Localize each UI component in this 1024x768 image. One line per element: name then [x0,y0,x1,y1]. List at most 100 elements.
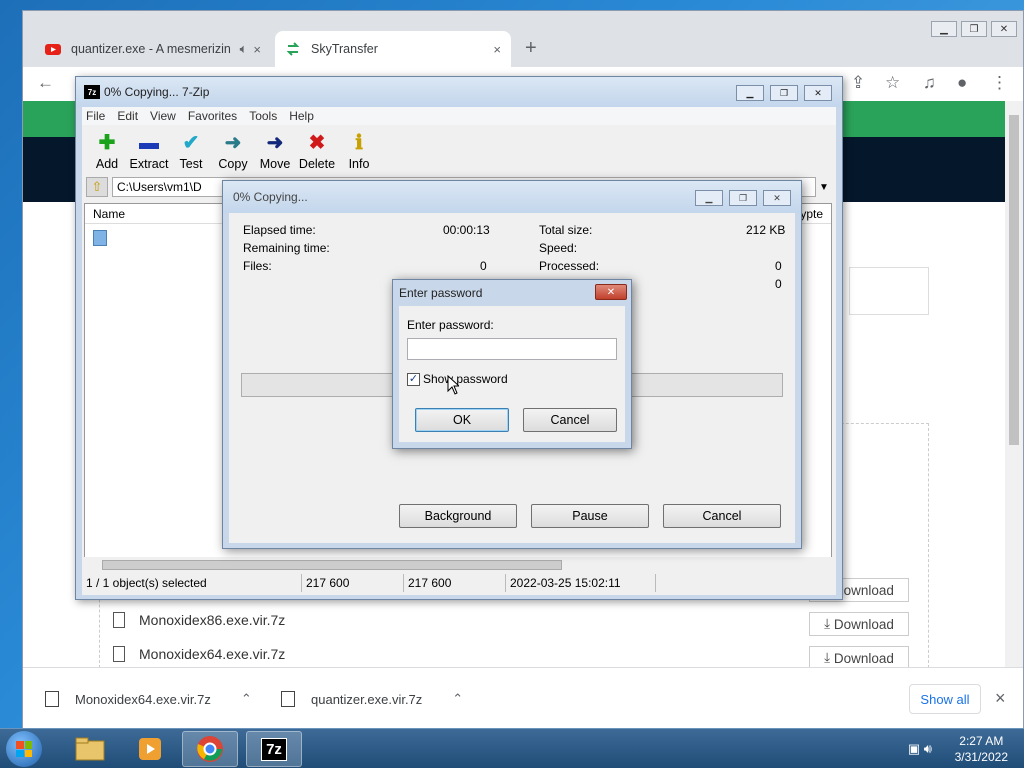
download-icon: ⤓ [824,616,834,631]
close-icon[interactable]: ✕ [595,284,627,300]
window-title: 0% Copying... 7-Zip [104,85,210,99]
total-size-value: 212 KB [746,223,786,237]
test-button[interactable]: ✔ Test [170,131,212,171]
tab-close-icon[interactable]: × [253,42,261,57]
delete-icon: ✖ [308,132,326,154]
close-icon[interactable]: ✕ [804,85,832,101]
copy-button[interactable]: ➜ Copy [212,131,254,171]
file-icon [113,646,125,662]
add-label: Add [95,157,119,171]
move-button[interactable]: ➜ Move [254,131,296,171]
shelf-item-name: quantizer.exe.vir.7z [311,691,423,707]
media-player-icon [139,738,161,760]
menu-view[interactable]: View [150,109,176,123]
folder-up-icon[interactable]: ⇧ [86,177,108,197]
list-item: Monoxidex64.exe.vir.7z [113,641,285,667]
folder-icon [75,737,105,761]
close-icon[interactable]: ✕ [991,21,1017,37]
menu-file[interactable]: File [86,109,105,123]
extract-button[interactable]: ▬ Extract [128,131,170,171]
password-dialog: Enter password ✕ Enter password: ✓ Show … [392,279,632,449]
shelf-item[interactable]: Monoxidex64.exe.vir.7z ⌃ [45,684,252,714]
maximize-icon[interactable]: ❐ [961,21,987,37]
sevenzip-logo-icon: 7z [261,737,287,761]
status-bar: 1 / 1 object(s) selected 217 600 217 600… [82,573,836,593]
page-scrollbar[interactable] [1005,101,1023,667]
shelf-item[interactable]: quantizer.exe.vir.7z ⌃ [281,684,463,714]
maximize-icon[interactable]: ❐ [770,85,798,101]
back-icon[interactable]: ← [37,73,54,93]
taskbar-7zip[interactable]: 7z [246,731,302,767]
close-icon[interactable]: ✕ [763,190,791,206]
clock-date: 3/31/2022 [954,750,1008,764]
chevron-down-icon[interactable]: ▼ [816,182,832,193]
password-input[interactable] [407,338,617,360]
column-name[interactable]: Name [85,207,225,221]
youtube-icon [45,44,61,55]
audio-icon[interactable]: 🔈︎ [240,41,248,57]
show-all-button[interactable]: Show all [909,684,981,714]
info-icon: ℹ [355,132,363,154]
minimize-icon[interactable]: ▁ [931,21,957,37]
archive-icon [281,691,295,707]
minimize-icon[interactable]: ▁ [695,190,723,206]
dialog-titlebar[interactable]: Enter password ✕ [393,280,631,306]
minimize-icon[interactable]: ▁ [736,85,764,101]
ok-button[interactable]: OK [415,408,509,432]
file-name: Monoxidex64.exe.vir.7z [139,646,286,662]
chevron-up-icon[interactable]: ⌃ [241,691,252,707]
menu-tools[interactable]: Tools [249,109,277,123]
sevenzip-toolbar: ✚ Add ▬ Extract ✔ Test ➜ Copy ➜ Move ✖ Delete … [86,131,380,171]
copy-label: Copy [218,157,248,171]
tab-skytransfer[interactable]: SkyTransfer × [275,31,511,67]
menu-edit[interactable]: Edit [117,109,138,123]
cancel-button[interactable]: Cancel [663,504,781,528]
star-icon[interactable]: ☆ [885,73,900,93]
media-icon[interactable]: ♫ [923,73,936,93]
taskbar-chrome[interactable] [182,731,238,767]
file-icon[interactable] [93,230,107,246]
add-button[interactable]: ✚ Add [86,131,128,171]
background-button[interactable]: Background [399,504,517,528]
info-button[interactable]: ℹ Info [338,131,380,171]
network-icon[interactable]: ▣ [908,741,920,756]
taskbar-explorer[interactable] [62,731,118,767]
close-icon[interactable]: × [995,688,1006,709]
tab-quantizer[interactable]: quantizer.exe - A mesmerizin 🔈︎ × [35,31,271,67]
start-button[interactable] [6,731,42,767]
delete-button[interactable]: ✖ Delete [296,131,338,171]
profile-icon[interactable]: ● [957,73,967,93]
share-icon[interactable]: ⇪ [851,73,865,93]
new-tab-button[interactable]: + [525,37,537,60]
elapsed-label: Elapsed time: [243,223,316,237]
files-label: Files: [243,259,272,273]
speed-label: Speed: [539,241,578,255]
processed-value: 0 [775,259,782,273]
taskbar-media-player[interactable] [122,731,178,767]
scrollbar-thumb[interactable] [1009,115,1019,445]
tab-close-icon[interactable]: × [493,42,501,57]
checkbox-checked-icon[interactable]: ✓ [407,372,420,386]
dialog-titlebar[interactable]: 0% Copying... ▁ ❐ ✕ [223,181,801,213]
cancel-button[interactable]: Cancel [523,408,617,432]
menu-icon[interactable]: ⋮ [991,73,1008,93]
chevron-up-icon[interactable]: ⌃ [452,691,463,707]
sevenzip-titlebar[interactable]: 7z 0% Copying... 7-Zip ▁ ❐ ✕ [76,77,842,107]
volume-icon[interactable]: 🔊︎ [924,741,932,756]
copy-icon: ➜ [224,132,242,154]
scrollbar-thumb[interactable] [102,560,562,570]
file-icon [113,612,125,628]
menu-help[interactable]: Help [289,109,314,123]
status-packed: 217 600 [404,574,506,592]
clock[interactable]: 2:27 AM 3/31/2022 [955,733,1008,765]
download-icon: ⤓ [824,650,834,665]
menu-favorites[interactable]: Favorites [188,109,237,123]
download-button[interactable]: ⤓ Download [809,612,909,636]
pause-button[interactable]: Pause [531,504,649,528]
maximize-icon[interactable]: ❐ [729,190,757,206]
horizontal-scrollbar[interactable] [84,557,832,573]
tab-title: quantizer.exe - A mesmerizin [71,42,231,56]
sevenzip-logo-icon: 7z [84,85,100,99]
test-label: Test [179,157,203,171]
window-controls: ▁ ❐ ✕ [736,85,832,101]
